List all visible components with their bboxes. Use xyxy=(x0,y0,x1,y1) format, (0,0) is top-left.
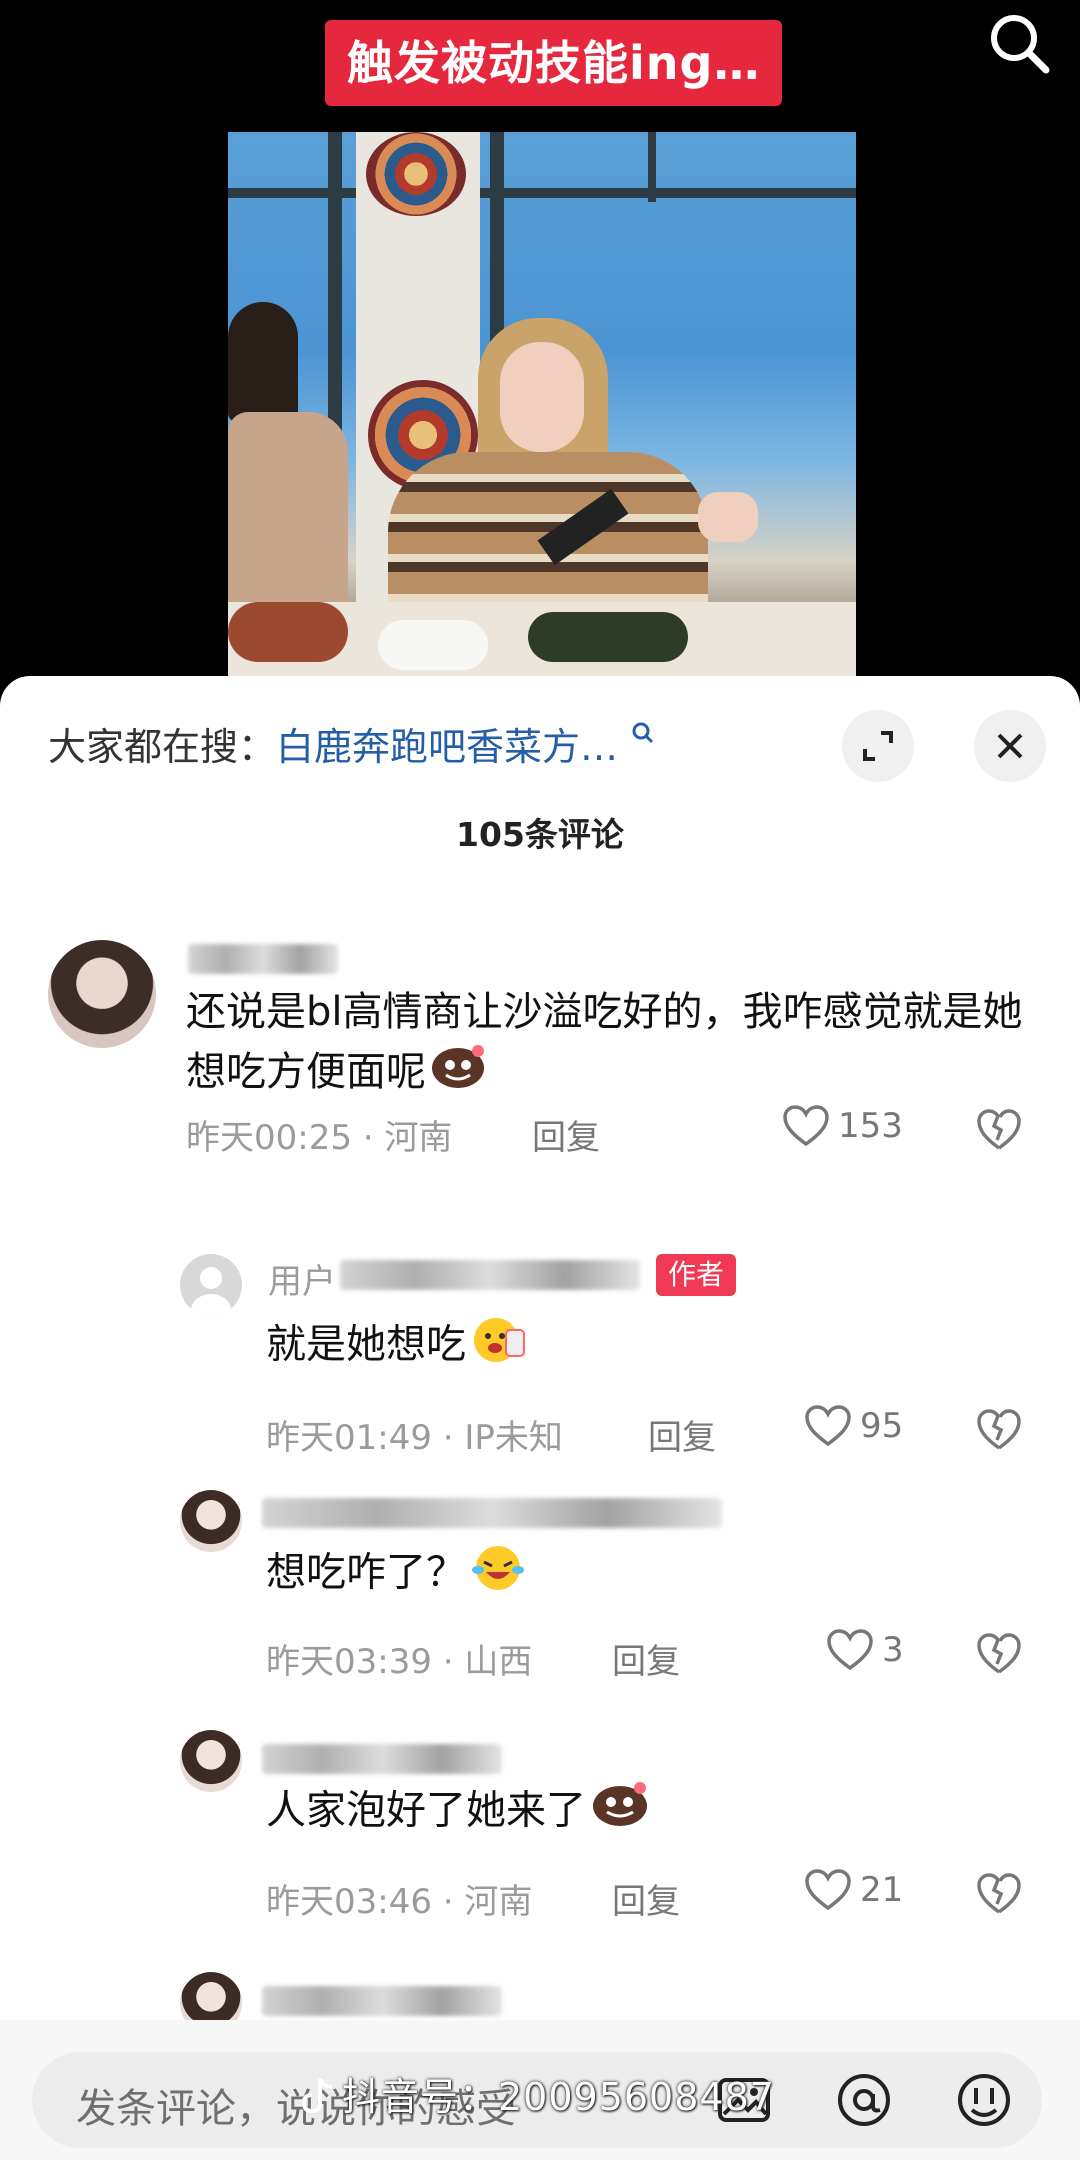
like-button[interactable]: 21 xyxy=(804,1868,903,1912)
reply-text-content: 想吃咋了？ xyxy=(266,1549,466,1596)
reply-time-location: 昨天03:46 · 河南 xyxy=(266,1882,533,1922)
smirk-emoji-icon xyxy=(430,1043,486,1106)
expand-icon xyxy=(863,731,893,761)
comment-panel: 大家都在搜：白鹿奔跑吧香菜方… 105条评论 还说是bl高情商让沙溢吃好的，我咋… xyxy=(0,676,1080,2160)
username-blurred xyxy=(340,1260,640,1290)
author-tag: 作者 xyxy=(656,1254,737,1296)
comment-time-location: 昨天00:25 · 河南 xyxy=(186,1118,453,1158)
reply-text: 就是她想吃 xyxy=(266,1312,528,1381)
username-blurred xyxy=(262,1744,502,1774)
douyin-logo-icon xyxy=(300,2075,336,2124)
dislike-button[interactable] xyxy=(976,1632,1022,1680)
comment-text-content: 还说是bl高情商让沙溢吃好的，我咋感觉就是她想吃方便面呢 xyxy=(186,989,1023,1095)
search-mini-icon xyxy=(630,722,656,769)
broken-heart-icon xyxy=(977,1109,1021,1150)
trending-search-query[interactable]: 白鹿奔跑吧香菜方… xyxy=(276,725,618,769)
dislike-button[interactable] xyxy=(976,1108,1022,1156)
like-count: 21 xyxy=(860,1870,904,1910)
close-button[interactable] xyxy=(974,710,1046,782)
reply-username[interactable]: 用户 xyxy=(268,1254,336,1303)
username-blurred xyxy=(262,1986,502,2016)
heart-icon xyxy=(805,1405,851,1447)
laughing-crying-emoji-icon xyxy=(470,1540,526,1609)
avatar[interactable] xyxy=(180,1254,242,1316)
trending-search-prefix: 大家都在搜： xyxy=(48,725,277,769)
reply-button[interactable]: 回复 xyxy=(612,1634,680,1683)
username-blurred xyxy=(262,1498,722,1528)
like-button[interactable]: 3 xyxy=(826,1628,904,1672)
reply-time-location: 昨天01:49 · IP未知 xyxy=(266,1418,563,1458)
like-count: 153 xyxy=(838,1106,903,1146)
mention-icon[interactable] xyxy=(834,2070,894,2134)
douyin-watermark: 抖音号：20095608487 xyxy=(300,2066,775,2124)
like-count: 3 xyxy=(882,1630,904,1670)
reply-text-content: 人家泡好了她来了 xyxy=(266,1787,586,1834)
close-icon xyxy=(997,733,1023,759)
reply-button[interactable]: 回复 xyxy=(532,1110,600,1159)
reply-button[interactable]: 回复 xyxy=(612,1874,680,1923)
reply-text-content: 就是她想吃 xyxy=(266,1321,466,1368)
reply-button[interactable]: 回复 xyxy=(648,1410,716,1459)
reply-time-location: 昨天03:39 · 山西 xyxy=(266,1642,533,1682)
video-area[interactable]: 触发被动技能ing… xyxy=(0,0,1080,690)
dislike-button[interactable] xyxy=(976,1872,1022,1920)
eating-emoji-icon xyxy=(470,1312,528,1381)
like-button[interactable]: 153 xyxy=(782,1104,903,1148)
avatar[interactable] xyxy=(180,1490,242,1552)
broken-heart-icon xyxy=(977,1633,1021,1674)
video-frame[interactable] xyxy=(228,132,856,682)
like-button[interactable]: 95 xyxy=(804,1404,903,1448)
avatar[interactable] xyxy=(48,940,156,1048)
broken-heart-icon xyxy=(977,1873,1021,1914)
comment-text: 还说是bl高情商让沙溢吃好的，我咋感觉就是她想吃方便面呢 xyxy=(186,982,1046,1106)
reply-text: 人家泡好了她来了 xyxy=(266,1780,650,1845)
heart-icon xyxy=(827,1629,873,1671)
avatar[interactable] xyxy=(180,1730,242,1792)
username-blurred xyxy=(188,944,338,974)
emoji-icon[interactable] xyxy=(954,2070,1014,2134)
heart-icon xyxy=(783,1105,829,1147)
watermark-text: 抖音号：20095608487 xyxy=(342,2075,775,2119)
smirk-emoji-icon xyxy=(590,1780,650,1845)
expand-button[interactable] xyxy=(842,710,914,782)
video-caption: 触发被动技能ing… xyxy=(325,20,783,106)
reply-text: 想吃咋了？ xyxy=(266,1540,526,1609)
trending-search-bar[interactable]: 大家都在搜：白鹿奔跑吧香菜方… xyxy=(48,716,656,776)
comment-count: 105条评论 xyxy=(456,815,624,854)
search-icon[interactable] xyxy=(984,8,1054,78)
dislike-button[interactable] xyxy=(976,1408,1022,1456)
like-count: 95 xyxy=(860,1406,904,1446)
heart-icon xyxy=(805,1869,851,1911)
broken-heart-icon xyxy=(977,1409,1021,1450)
